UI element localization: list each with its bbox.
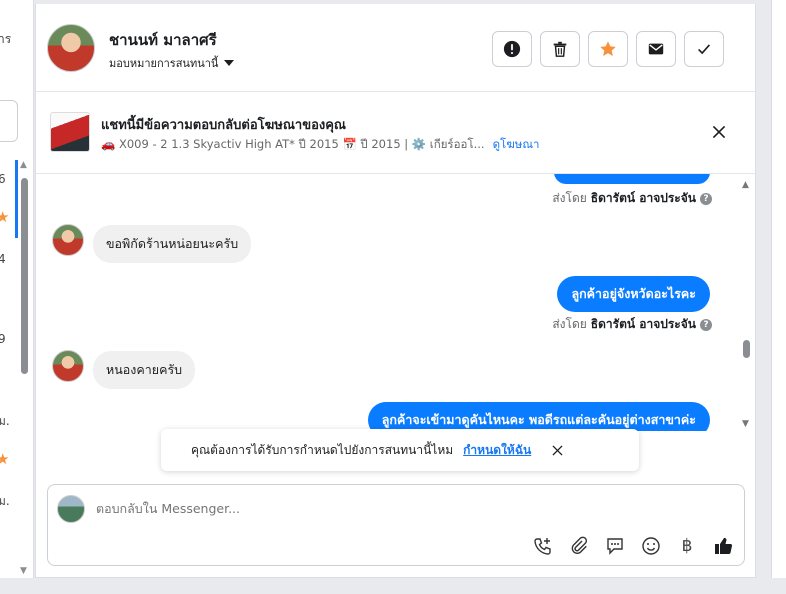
sender-name: ธิดารัตน์ อาจประจัน [590, 191, 696, 205]
message-composer: ฿ [47, 484, 745, 566]
star-button[interactable] [588, 31, 628, 67]
list-fragment: ม. [0, 414, 10, 428]
envelope-icon [648, 43, 664, 55]
message-thread: ส่งโดย ธิดารัตน์ อาจประจัน ? ขอพิกัดร้าน… [36, 174, 755, 431]
ad-thumbnail[interactable] [50, 112, 90, 152]
list-fragment: 9 [0, 332, 6, 346]
contact-avatar-small [52, 350, 84, 382]
outgoing-message-bubble [554, 174, 710, 184]
composer-tools: ฿ [532, 535, 734, 557]
star-icon: ★ [0, 450, 9, 468]
list-fragment: 4 [0, 252, 6, 266]
header-actions [492, 31, 724, 67]
close-icon [712, 125, 726, 139]
sent-by-label: ส่งโดย ธิดารัตน์ อาจประจัน ? [552, 315, 712, 334]
mark-unread-button[interactable] [636, 31, 676, 67]
emoji-icon[interactable] [640, 535, 662, 557]
outgoing-message-bubble: ลูกค้าอยู่จังหวัดอะไรคะ [557, 276, 710, 312]
assign-to-me-link[interactable]: กำหนดให้ฉัน [463, 441, 531, 460]
scroll-down-arrow-icon[interactable]: ▼ [20, 566, 27, 576]
window-bottom-strip [0, 578, 786, 594]
close-icon [552, 444, 563, 456]
delete-button[interactable] [540, 31, 580, 67]
like-icon[interactable] [712, 535, 734, 557]
conversation-header: ชานนท์ มาลาศรี มอบหมายการสนทนานี้ [36, 4, 755, 92]
list-fragment: ม. [0, 494, 10, 508]
sender-name: ธิดารัตน์ อาจประจัน [590, 317, 696, 331]
contact-name[interactable]: ชานนท์ มาลาศรี [109, 28, 217, 52]
selected-indicator [15, 160, 18, 238]
exclamation-icon [503, 40, 521, 58]
ad-details-row: 🚗 X009 - 2 1.3 Skyactiv High AT* ปี 2015… [101, 136, 539, 154]
ad-details: 🚗 X009 - 2 1.3 Skyactiv High AT* ปี 2015… [101, 137, 485, 151]
sent-by-label: ส่งโดย ธิดารัตน์ อาจประจัน ? [552, 189, 712, 208]
baht-payment-icon[interactable]: ฿ [676, 535, 698, 557]
star-icon [600, 41, 616, 57]
assign-label: มอบหมายการสนทนานี้ [109, 57, 219, 70]
reply-input[interactable] [96, 501, 696, 516]
attachment-icon[interactable] [568, 535, 590, 557]
star-icon: ★ [0, 208, 9, 226]
report-spam-button[interactable] [492, 31, 532, 67]
outgoing-message-bubble: ลูกค้าจะเข้ามาดูคันไหนคะ พอดีรถแต่ละคันอ… [367, 402, 710, 431]
incoming-message-bubble: ขอพิกัดร้านหน่อยนะครับ [93, 225, 252, 263]
ad-reply-banner: แชทนี้มีข้อความตอบกลับต่อโฆษณาของคุณ 🚗 X… [36, 92, 755, 174]
conversation-pane: ชานนท์ มาลาศรี มอบหมายการสนทนานี้ แชทนี้… [35, 4, 756, 578]
scrollbar-thumb[interactable] [743, 340, 750, 358]
assign-prompt-toast: คุณต้องการได้รับการกำหนดไปยังการสนทนานี้… [161, 429, 639, 471]
call-add-icon[interactable] [532, 535, 554, 557]
view-ad-link[interactable]: ดูโฆษณา [493, 136, 540, 154]
help-icon[interactable]: ? [700, 318, 712, 331]
page-avatar [57, 495, 85, 523]
details-pane [771, 0, 786, 578]
contact-avatar-small [52, 224, 84, 256]
conversation-list-pane: าร ▲ 6 ★ 4 9 ม. ★ ม. ▼ [0, 0, 34, 578]
list-scrollbar[interactable] [21, 178, 28, 374]
search-box-fragment[interactable] [0, 100, 18, 142]
dismiss-prompt-button[interactable] [551, 444, 564, 457]
mark-done-button[interactable] [684, 31, 724, 67]
assign-prompt-text: คุณต้องการได้รับการกำหนดไปยังการสนทนานี้… [191, 442, 454, 457]
contact-avatar[interactable] [47, 24, 95, 72]
incoming-message-bubble: หนองคายครับ [93, 351, 196, 389]
scroll-up-arrow-icon[interactable]: ▲ [742, 180, 749, 190]
help-icon[interactable]: ? [700, 192, 712, 205]
list-fragment: าร [0, 32, 12, 46]
close-banner-button[interactable] [709, 122, 729, 142]
thread-scrollbar[interactable]: ▲ ▼ [741, 174, 753, 431]
scroll-down-arrow-icon[interactable]: ▼ [742, 419, 749, 429]
scroll-up-arrow-icon[interactable]: ▲ [20, 160, 27, 170]
trash-icon [553, 41, 567, 57]
list-fragment: 6 [0, 172, 6, 186]
caret-down-icon [224, 60, 235, 66]
checkmark-icon [698, 44, 711, 55]
ad-banner-title: แชทนี้มีข้อความตอบกลับต่อโฆษณาของคุณ [101, 118, 346, 133]
saved-reply-icon[interactable] [604, 535, 626, 557]
assign-conversation-dropdown[interactable]: มอบหมายการสนทนานี้ [109, 54, 235, 72]
